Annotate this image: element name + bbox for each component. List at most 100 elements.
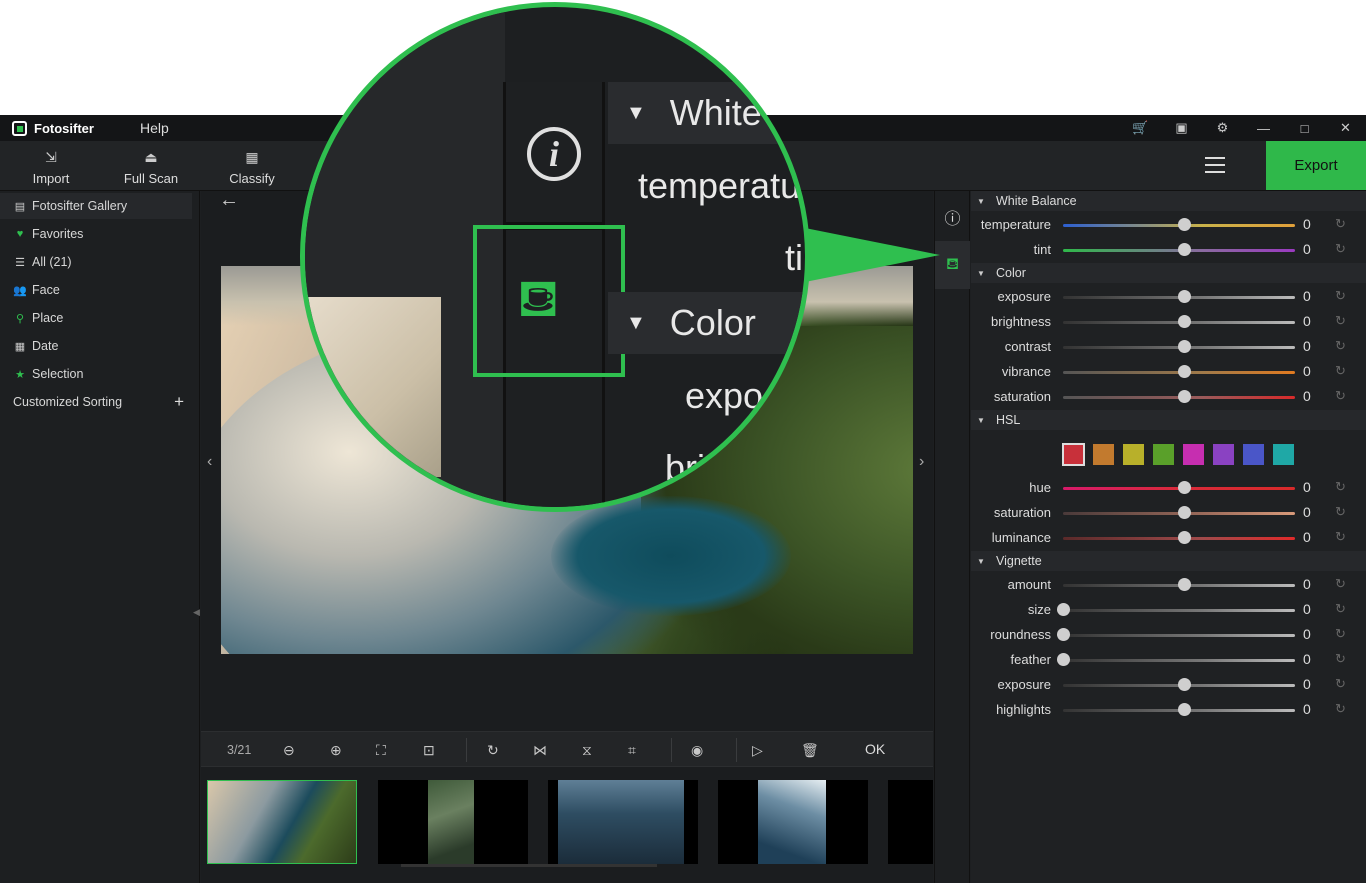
slider-knob[interactable] xyxy=(1177,531,1191,544)
reset-icon[interactable]: ↻ xyxy=(1335,363,1346,379)
flip-vertical-icon[interactable]: ⧖ xyxy=(582,742,592,759)
collapse-sidebar-icon[interactable]: ◀ xyxy=(193,607,200,618)
slider-knob[interactable] xyxy=(1057,653,1070,666)
reset-icon[interactable]: ↻ xyxy=(1335,216,1346,232)
sidebar-item-label: Favorites xyxy=(32,227,84,241)
reset-icon[interactable]: ↻ xyxy=(1335,504,1346,520)
reset-icon[interactable]: ↻ xyxy=(1335,288,1346,304)
slider-knob[interactable] xyxy=(1177,678,1191,691)
swatch-purple[interactable] xyxy=(1213,444,1234,465)
sidebar-item-custom-sorting[interactable]: Customized Sorting + xyxy=(0,389,192,415)
crop-icon[interactable]: ⌗ xyxy=(628,742,636,759)
actual-size-icon[interactable]: ⊡ xyxy=(423,742,435,759)
slideshow-icon[interactable]: ▷ xyxy=(752,742,763,759)
reset-icon[interactable]: ↻ xyxy=(1335,338,1346,354)
save-icon[interactable]: ▣ xyxy=(1161,120,1202,136)
slider-track[interactable] xyxy=(1063,634,1295,637)
swatch-red[interactable] xyxy=(1062,443,1085,466)
section-white-balance[interactable]: ▼ White Balance xyxy=(971,191,1366,211)
thumbnail-scrollbar[interactable] xyxy=(401,864,657,867)
menu-icon[interactable] xyxy=(1205,157,1225,173)
zoom-in-icon[interactable]: ⊕ xyxy=(330,742,342,759)
swatch-magenta[interactable] xyxy=(1183,444,1204,465)
slider-knob[interactable] xyxy=(1057,603,1070,616)
reset-icon[interactable]: ↻ xyxy=(1335,676,1346,692)
previous-image-icon[interactable]: ‹ xyxy=(207,453,212,471)
sidebar-item-date[interactable]: ▦ Date xyxy=(0,333,192,359)
info-icon[interactable]: ⓘ xyxy=(935,193,970,241)
section-vignette[interactable]: ▼ Vignette xyxy=(971,551,1366,571)
reset-icon[interactable]: ↻ xyxy=(1335,651,1346,667)
swatch-aqua[interactable] xyxy=(1273,444,1294,465)
reset-icon[interactable]: ↻ xyxy=(1335,576,1346,592)
menu-help[interactable]: Help xyxy=(140,120,169,136)
swatch-orange[interactable] xyxy=(1093,444,1114,465)
delete-icon[interactable]: 🗑 xyxy=(801,742,819,759)
cart-icon[interactable]: 🛒 xyxy=(1120,120,1161,136)
reset-icon[interactable]: ↻ xyxy=(1335,601,1346,617)
collapse-triangle-icon: ▼ xyxy=(977,196,985,206)
flip-horizontal-icon[interactable]: ⋈ xyxy=(533,742,547,759)
thumbnail[interactable] xyxy=(207,780,357,864)
thumbnail[interactable] xyxy=(718,780,868,864)
export-button[interactable]: Export xyxy=(1266,141,1366,190)
slider-knob[interactable] xyxy=(1177,703,1191,716)
reset-icon[interactable]: ↻ xyxy=(1335,701,1346,717)
slider-knob[interactable] xyxy=(1177,290,1191,303)
import-label: Import xyxy=(32,171,70,186)
sidebar-item-face[interactable]: 👥 Face xyxy=(0,277,192,303)
thumbnail[interactable] xyxy=(888,780,933,864)
swatch-green[interactable] xyxy=(1153,444,1174,465)
slider-value: 0 xyxy=(1303,626,1311,642)
close-icon[interactable]: ✕ xyxy=(1325,120,1366,136)
favorites-icon: ♥ xyxy=(16,228,24,240)
slider-knob[interactable] xyxy=(1177,506,1191,519)
slider-knob[interactable] xyxy=(1177,243,1191,256)
slider-knob[interactable] xyxy=(1177,578,1191,591)
slider-label: amount xyxy=(1007,577,1051,592)
minimize-icon[interactable]: — xyxy=(1243,121,1284,136)
add-icon[interactable]: + xyxy=(174,392,184,412)
reset-icon[interactable]: ↻ xyxy=(1335,313,1346,329)
thumbnail[interactable] xyxy=(548,780,698,864)
preview-eye-icon[interactable]: ◉ xyxy=(691,742,703,759)
color-bucket-icon[interactable]: ⛾ xyxy=(935,241,970,289)
import-button[interactable]: ⇲ Import xyxy=(11,149,91,186)
slider-knob[interactable] xyxy=(1177,481,1191,494)
swatch-yellow[interactable] xyxy=(1123,444,1144,465)
reset-icon[interactable]: ↻ xyxy=(1335,241,1346,257)
maximize-icon[interactable]: □ xyxy=(1284,121,1325,136)
gear-icon[interactable]: ⚙ xyxy=(1202,120,1243,136)
sidebar-item-favorites[interactable]: ♥ Favorites xyxy=(0,221,192,247)
slider-knob[interactable] xyxy=(1177,365,1191,378)
back-arrow-icon[interactable]: ← xyxy=(219,189,239,212)
zoom-out-icon[interactable]: ⊖ xyxy=(283,742,295,759)
swatch-blue[interactable] xyxy=(1243,444,1264,465)
slider-knob[interactable] xyxy=(1177,390,1191,403)
full-scan-button[interactable]: ⏏ Full Scan xyxy=(111,149,191,186)
classify-button[interactable]: ▦ Classify xyxy=(212,149,292,186)
slider-knob[interactable] xyxy=(1177,315,1191,328)
sidebar-item-all[interactable]: ☰ All (21) xyxy=(0,249,192,275)
slider-label: luminance xyxy=(991,530,1051,545)
thumbnail[interactable] xyxy=(378,780,528,864)
sidebar-item-selection[interactable]: ★ Selection xyxy=(0,361,192,387)
ok-button[interactable]: OK xyxy=(865,741,885,757)
slider-knob[interactable] xyxy=(1177,340,1191,353)
reset-icon[interactable]: ↻ xyxy=(1335,626,1346,642)
fit-screen-icon[interactable]: ⛶ xyxy=(376,742,386,759)
slider-track[interactable] xyxy=(1063,659,1295,662)
zoom-callout: i ⛾ ▼ White temperatu ti ▼ Color expo bri xyxy=(300,2,810,512)
section-hsl[interactable]: ▼ HSL xyxy=(971,410,1366,430)
sidebar-item-place[interactable]: ⚲ Place xyxy=(0,305,192,331)
rotate-icon[interactable]: ↻ xyxy=(487,742,499,759)
slider-track[interactable] xyxy=(1063,609,1295,612)
slider-knob[interactable] xyxy=(1057,628,1070,641)
reset-icon[interactable]: ↻ xyxy=(1335,529,1346,545)
reset-icon[interactable]: ↻ xyxy=(1335,479,1346,495)
next-image-icon[interactable]: › xyxy=(919,453,924,471)
section-color[interactable]: ▼ Color xyxy=(971,263,1366,283)
sidebar-item-gallery[interactable]: ▤ Fotosifter Gallery xyxy=(0,193,192,219)
slider-knob[interactable] xyxy=(1177,218,1191,231)
reset-icon[interactable]: ↻ xyxy=(1335,388,1346,404)
